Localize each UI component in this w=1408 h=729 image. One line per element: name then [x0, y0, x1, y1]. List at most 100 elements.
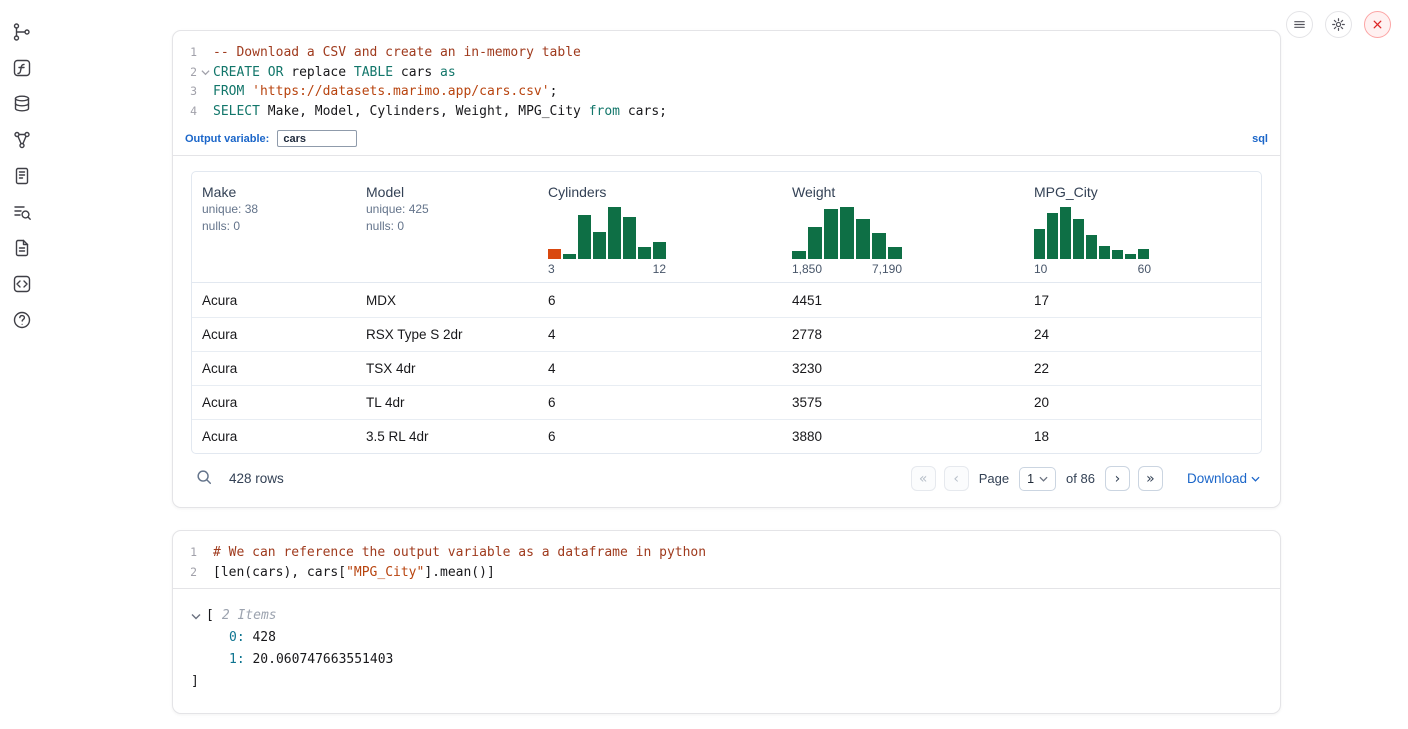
hist-min-label: 1,850	[792, 262, 822, 276]
dependencies-icon[interactable]	[11, 129, 33, 151]
table-row[interactable]: AcuraTL 4dr6357520	[192, 385, 1261, 419]
python-code-editor[interactable]: 1# We can reference the output variable …	[173, 531, 1280, 588]
table-cell: 3880	[782, 429, 1024, 444]
line-number: 1	[173, 543, 197, 563]
prev-page-button[interactable]: ‹	[944, 466, 969, 491]
column-header-model[interactable]: Modelunique: 425nulls: 0	[356, 184, 538, 276]
outline-icon[interactable]	[11, 165, 33, 187]
histogram-bar	[608, 207, 621, 259]
hist-max-label: 12	[653, 262, 666, 276]
histogram-bar	[856, 219, 870, 259]
last-page-button[interactable]: »	[1138, 466, 1163, 491]
histogram-bar	[888, 247, 902, 259]
line-number: 3	[173, 82, 197, 102]
close-button[interactable]	[1364, 11, 1391, 38]
histogram-bar	[792, 251, 806, 259]
tree-item: 0: 428	[229, 627, 1262, 649]
page-select[interactable]: 1	[1019, 467, 1056, 491]
code-line: 3FROM 'https://datasets.marimo.app/cars.…	[173, 82, 1280, 102]
table-row[interactable]: Acura3.5 RL 4dr6388018	[192, 419, 1261, 453]
table-cell: 3230	[782, 361, 1024, 376]
table-cell: Acura	[192, 327, 356, 342]
hist-min-label: 10	[1034, 262, 1047, 276]
table-cell: 6	[538, 395, 782, 410]
search-icon	[195, 468, 213, 486]
prev-page-icon: ‹	[953, 471, 959, 487]
histogram-bar	[1112, 250, 1123, 259]
tree-collapse-toggle[interactable]	[191, 613, 206, 620]
column-stat: nulls: 0	[202, 218, 346, 235]
hist-max-label: 60	[1138, 262, 1151, 276]
table-row[interactable]: AcuraTSX 4dr4323022	[192, 351, 1261, 385]
table-body: AcuraMDX6445117AcuraRSX Type S 2dr427782…	[192, 283, 1261, 453]
next-page-icon: ›	[1115, 471, 1121, 487]
table-cell: TSX 4dr	[356, 361, 538, 376]
close-bracket: ]	[191, 671, 199, 693]
code-line: 1# We can reference the output variable …	[173, 543, 1280, 563]
next-page-button[interactable]: ›	[1105, 466, 1130, 491]
chevron-down-icon	[191, 613, 201, 620]
table-cell: Acura	[192, 293, 356, 308]
histogram-bar	[563, 254, 576, 259]
page-label: Page	[979, 471, 1009, 486]
fold-toggle-icon[interactable]	[197, 63, 213, 83]
menu-button[interactable]	[1286, 11, 1313, 38]
table-row[interactable]: AcuraMDX6445117	[192, 283, 1261, 317]
menu-icon	[1292, 17, 1307, 32]
data-table: Makeunique: 38nulls: 0Modelunique: 425nu…	[191, 171, 1262, 454]
notebook-area: 1-- Download a CSV and create an in-memo…	[172, 30, 1281, 714]
help-icon[interactable]	[11, 309, 33, 331]
sql-cell-toolbar: Output variable: sql	[173, 127, 1280, 155]
settings-button[interactable]	[1325, 11, 1352, 38]
code-line: 2[len(cars), cars["MPG_City"].mean()]	[173, 563, 1280, 583]
tree-items: 0: 4281: 20.060747663551403	[191, 627, 1262, 671]
variables-icon[interactable]	[11, 57, 33, 79]
table-cell: Acura	[192, 361, 356, 376]
column-header-cylinders[interactable]: Cylinders312	[538, 184, 782, 276]
column-header-make[interactable]: Makeunique: 38nulls: 0	[192, 184, 356, 276]
tree-item-value: 20.060747663551403	[245, 652, 394, 667]
histogram-bar	[872, 233, 886, 259]
table-cell: 2778	[782, 327, 1024, 342]
column-histogram: 1,850 7,190	[792, 207, 902, 276]
column-header-mpg_city[interactable]: MPG_City1060	[1024, 184, 1261, 276]
histogram-bar	[1073, 219, 1084, 259]
histogram-bar	[1099, 246, 1110, 259]
table-cell: MDX	[356, 293, 538, 308]
first-page-button[interactable]: «	[911, 466, 936, 491]
documentation-icon[interactable]	[11, 237, 33, 259]
file-explorer-icon[interactable]	[11, 21, 33, 43]
histogram-bar	[1086, 235, 1097, 259]
sql-cell-output: Makeunique: 38nulls: 0Modelunique: 425nu…	[173, 155, 1280, 507]
histogram-bar	[593, 232, 606, 259]
output-variable-input[interactable]	[277, 130, 357, 147]
search-icon[interactable]	[11, 201, 33, 223]
line-number: 1	[173, 43, 197, 63]
page-total-label: of 86	[1066, 471, 1095, 486]
column-header-weight[interactable]: Weight1,8507,190	[782, 184, 1024, 276]
window-actions	[1286, 11, 1391, 38]
histogram-bar	[638, 247, 651, 259]
histogram-bar	[824, 209, 838, 259]
table-search-button[interactable]	[193, 468, 215, 490]
histogram-bar	[1138, 249, 1149, 259]
snippets-icon[interactable]	[11, 273, 33, 295]
table-cell: 4451	[782, 293, 1024, 308]
histogram-bar	[653, 242, 666, 259]
close-icon	[1370, 17, 1385, 32]
histogram-bar	[808, 227, 822, 259]
line-number: 4	[173, 102, 197, 122]
hist-max-label: 7,190	[872, 262, 902, 276]
column-histogram: 312	[548, 207, 666, 276]
datasources-icon[interactable]	[11, 93, 33, 115]
column-name: Model	[366, 184, 528, 201]
tree-item: 1: 20.060747663551403	[229, 649, 1262, 671]
code-line: 4SELECT Make, Model, Cylinders, Weight, …	[173, 102, 1280, 122]
sql-code-editor[interactable]: 1-- Download a CSV and create an in-memo…	[173, 31, 1280, 127]
histogram-bar	[548, 249, 561, 259]
table-cell: TL 4dr	[356, 395, 538, 410]
table-row[interactable]: AcuraRSX Type S 2dr4277824	[192, 317, 1261, 351]
download-button[interactable]: Download	[1187, 471, 1260, 486]
table-cell: 17	[1024, 293, 1261, 308]
chevron-down-icon	[1039, 476, 1048, 482]
